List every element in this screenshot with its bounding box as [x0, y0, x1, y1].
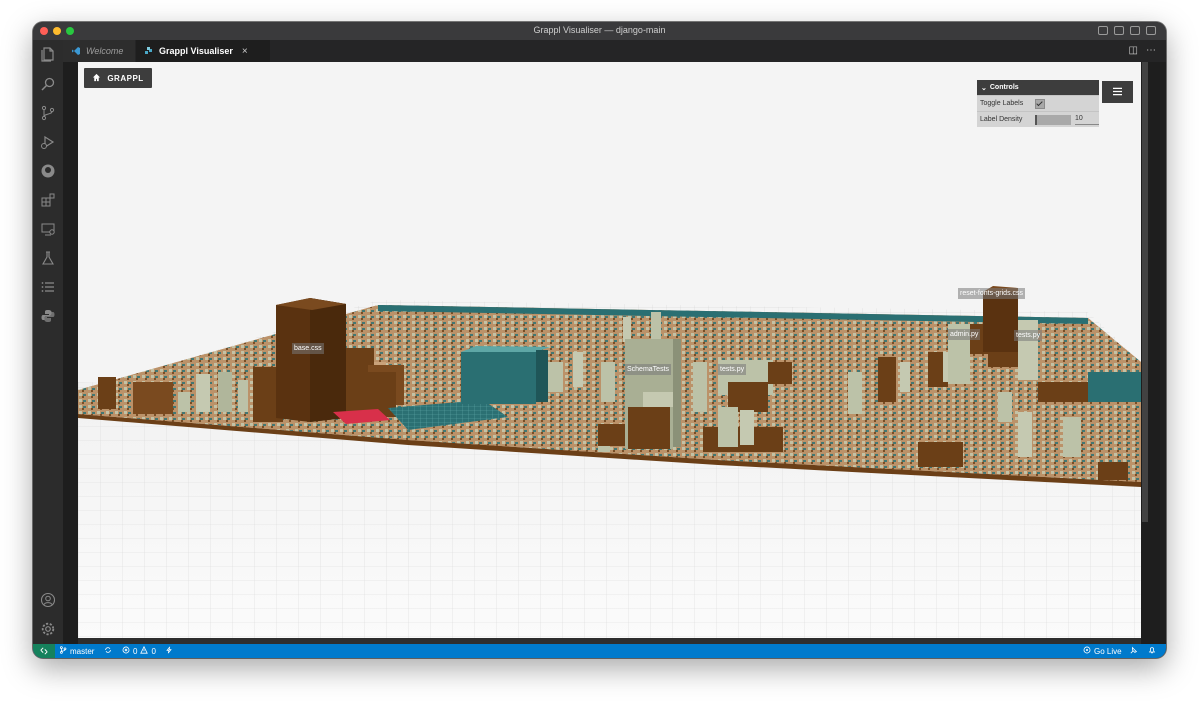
- building-label[interactable]: SchemaTests: [625, 364, 672, 375]
- tab-label: Welcome: [86, 46, 124, 56]
- title-bar: Grappl Visualiser — django-main: [33, 22, 1166, 41]
- vscode-window: Grappl Visualiser — django-main Welcome …: [33, 22, 1166, 658]
- building-label[interactable]: admin.py: [948, 329, 981, 340]
- split-editor-icon[interactable]: ◫: [1129, 45, 1138, 56]
- extensions-icon[interactable]: [40, 192, 56, 208]
- controls-panel: ⌄ Controls Toggle Labels Label Density 1…: [977, 80, 1099, 127]
- building-label[interactable]: base.css: [292, 343, 324, 354]
- label-density-row: Label Density 10: [977, 111, 1099, 127]
- error-icon: [122, 646, 130, 656]
- go-live-button[interactable]: Go Live: [1083, 646, 1122, 656]
- feedback-icon[interactable]: [1130, 646, 1138, 654]
- window-title: Grappl Visualiser — django-main: [533, 25, 666, 35]
- github-icon[interactable]: [40, 163, 56, 179]
- testing-icon[interactable]: [40, 250, 56, 266]
- lightning-icon[interactable]: [165, 646, 173, 654]
- account-icon[interactable]: [40, 592, 56, 608]
- run-debug-icon[interactable]: [40, 134, 56, 150]
- vertical-scrollbar[interactable]: [1141, 62, 1151, 638]
- grappl-home-label: GRAPPL: [107, 73, 144, 83]
- building-label[interactable]: tests.py: [1014, 330, 1043, 341]
- list-icon[interactable]: [40, 279, 56, 295]
- controls-title: Controls: [989, 84, 1019, 91]
- editor-tab-bar: Welcome Grappl Visualiser × ◫ ⋯: [63, 40, 1166, 62]
- toggle-secondary-sidebar-icon[interactable]: [1130, 26, 1140, 35]
- notifications-bell-icon[interactable]: [1148, 646, 1156, 654]
- building-label[interactable]: tests.py: [718, 364, 747, 375]
- controls-header[interactable]: ⌄ Controls: [977, 80, 1099, 95]
- branch-name: master: [70, 646, 95, 656]
- toggle-labels-checkbox[interactable]: [1035, 98, 1045, 109]
- chevron-down-icon: ⌄: [981, 84, 987, 92]
- branch-indicator[interactable]: master: [59, 646, 94, 656]
- city-visualisation-canvas[interactable]: [78, 62, 1141, 638]
- tab-label: Grappl Visualiser: [159, 46, 233, 56]
- tab-welcome[interactable]: Welcome: [63, 40, 135, 62]
- label-density-label: Label Density: [980, 116, 1023, 123]
- grappl-logo-icon: [144, 46, 154, 56]
- toggle-labels-row: Toggle Labels: [977, 95, 1099, 111]
- go-live-label: Go Live: [1094, 646, 1122, 656]
- files-icon[interactable]: [40, 46, 56, 62]
- activity-bar: [33, 40, 63, 644]
- more-actions-icon[interactable]: ⋯: [1146, 45, 1156, 56]
- remote-indicator-icon[interactable]: [33, 644, 55, 658]
- source-control-icon[interactable]: [40, 105, 56, 121]
- grappl-home-button[interactable]: GRAPPL: [84, 68, 152, 88]
- hamburger-menu-icon: [1112, 83, 1123, 101]
- remote-explorer-icon[interactable]: [40, 221, 56, 237]
- broadcast-icon: [1083, 646, 1091, 656]
- close-tab-icon[interactable]: ×: [242, 46, 248, 57]
- search-icon[interactable]: [40, 76, 56, 92]
- vscode-logo-icon: [71, 46, 81, 56]
- tab-grappl-visualiser[interactable]: Grappl Visualiser ×: [136, 40, 270, 62]
- python-icon[interactable]: [40, 308, 56, 324]
- label-density-slider[interactable]: [1035, 114, 1071, 125]
- settings-gear-icon[interactable]: [40, 621, 56, 637]
- building-label[interactable]: reset-fonts-grids.css: [958, 288, 1026, 299]
- grappl-visualiser-view[interactable]: base.css SchemaTests tests.py admin.py t…: [78, 62, 1141, 638]
- home-icon: [92, 73, 101, 84]
- git-branch-icon: [59, 646, 67, 656]
- toggle-panel-icon[interactable]: [1114, 26, 1124, 35]
- toggle-sidebar-icon[interactable]: [1098, 26, 1108, 35]
- problems-indicator[interactable]: 0 0: [122, 645, 156, 656]
- error-count: 0: [133, 646, 138, 656]
- menu-button[interactable]: [1102, 81, 1133, 103]
- toggle-labels-label: Toggle Labels: [980, 100, 1024, 107]
- label-density-value[interactable]: 10: [1075, 114, 1099, 125]
- warning-count: 0: [151, 646, 156, 656]
- customize-layout-icon[interactable]: [1146, 26, 1156, 35]
- status-bar: master 0 0 Go Live: [33, 644, 1166, 658]
- scrollbar-thumb[interactable]: [1142, 62, 1148, 522]
- sync-icon[interactable]: [104, 646, 112, 654]
- warning-icon: [140, 645, 149, 656]
